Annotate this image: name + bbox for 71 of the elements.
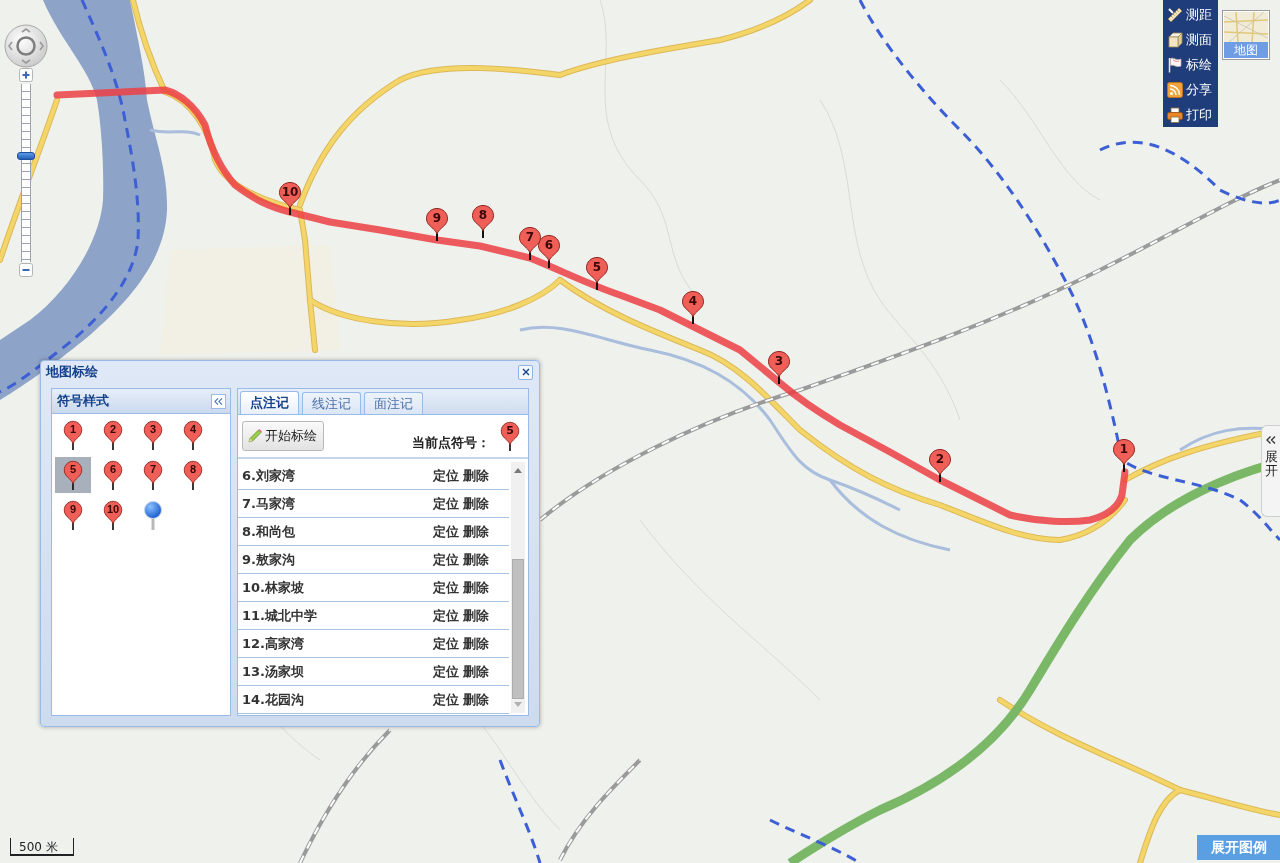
toolbar-button[interactable]: 分享	[1167, 77, 1218, 102]
scrollbar-thumb[interactable]	[512, 559, 524, 699]
list-item-name: 12.高家湾	[242, 634, 306, 653]
list-item-name: 9.敖家沟	[242, 550, 296, 569]
list-item-name: 10.林家坡	[242, 578, 306, 597]
delete-link[interactable]: 删除	[463, 662, 489, 681]
list-item-name: 14.花园沟	[242, 690, 306, 709]
collapse-button[interactable]	[211, 393, 226, 409]
delete-link[interactable]: 删除	[463, 578, 489, 597]
close-icon	[521, 368, 530, 376]
map-thumbnail-icon	[1224, 12, 1268, 42]
list-item-name: 11.城北中学	[242, 606, 319, 625]
locate-link[interactable]: 定位	[433, 494, 459, 513]
ruler-icon	[1167, 6, 1183, 23]
start-drawing-button[interactable]: 开始标绘	[242, 421, 324, 451]
symbol-option[interactable]: 1	[55, 417, 91, 453]
printer-icon	[1167, 106, 1183, 123]
locate-link[interactable]: 定位	[433, 578, 459, 597]
symbol-option[interactable]: 3	[135, 417, 171, 453]
toolbar-button[interactable]: 测距	[1167, 2, 1218, 27]
delete-link[interactable]: 删除	[463, 494, 489, 513]
scrollbar-track[interactable]	[511, 462, 525, 713]
delete-link[interactable]: 删除	[463, 634, 489, 653]
rss-icon	[1167, 81, 1183, 98]
locate-link[interactable]: 定位	[433, 634, 459, 653]
tab[interactable]: 面注记	[364, 392, 423, 414]
symbol-option[interactable]: 8	[175, 457, 211, 493]
delete-link[interactable]: 删除	[463, 606, 489, 625]
list-item-name: 7.马家湾	[242, 494, 296, 513]
locate-link[interactable]: 定位	[433, 522, 459, 541]
scroll-up-icon[interactable]	[514, 468, 522, 473]
symbol-option[interactable]: 6	[95, 457, 131, 493]
tab[interactable]: 线注记	[302, 392, 361, 414]
map-scale: 500 米	[10, 838, 74, 856]
list-item-name: 6.刘家湾	[242, 466, 296, 485]
delete-link[interactable]: 删除	[463, 550, 489, 569]
locate-link[interactable]: 定位	[433, 550, 459, 569]
symbol-option[interactable]: 2	[95, 417, 131, 453]
close-button[interactable]	[518, 364, 533, 380]
flag-icon	[1167, 56, 1183, 73]
locate-link[interactable]: 定位	[433, 466, 459, 485]
tab[interactable]: 点注记	[240, 391, 299, 414]
zoom-out-button[interactable]	[19, 263, 33, 277]
toolbar-button[interactable]: 标绘	[1167, 52, 1218, 77]
delete-link[interactable]: 删除	[463, 690, 489, 709]
double-chevron-left-icon	[1266, 436, 1276, 444]
pencil-icon	[247, 428, 263, 444]
toolbar-button[interactable]: 打印	[1167, 102, 1218, 127]
panel-title: 地图标绘	[46, 363, 98, 381]
list-item-name: 13.汤家坝	[242, 662, 306, 681]
symbol-option[interactable]: 7	[135, 457, 171, 493]
list-item-name: 8.和尚包	[242, 522, 296, 541]
delete-link[interactable]: 删除	[463, 466, 489, 485]
locate-link[interactable]: 定位	[433, 606, 459, 625]
pan-compass-icon[interactable]	[4, 24, 48, 68]
symbol-option[interactable]: 5	[55, 457, 91, 493]
symbol-option[interactable]: 10	[95, 497, 131, 533]
symbol-option[interactable]: 9	[55, 497, 91, 533]
symbol-option[interactable]: 4	[175, 417, 211, 453]
toolbar-button[interactable]: 测面	[1167, 27, 1218, 52]
round-pin-icon	[143, 500, 163, 530]
double-chevron-left-icon	[214, 397, 223, 405]
locate-link[interactable]: 定位	[433, 662, 459, 681]
delete-link[interactable]: 删除	[463, 522, 489, 541]
current-symbol-label: 当前点符号：	[412, 434, 490, 452]
cube-icon	[1167, 31, 1183, 48]
section-title: 符号样式	[57, 392, 109, 410]
zoom-in-button[interactable]	[19, 68, 33, 82]
zoom-slider-thumb[interactable]	[17, 152, 35, 160]
locate-link[interactable]: 定位	[433, 690, 459, 709]
expand-side-tab[interactable]: 展开	[1261, 425, 1280, 517]
